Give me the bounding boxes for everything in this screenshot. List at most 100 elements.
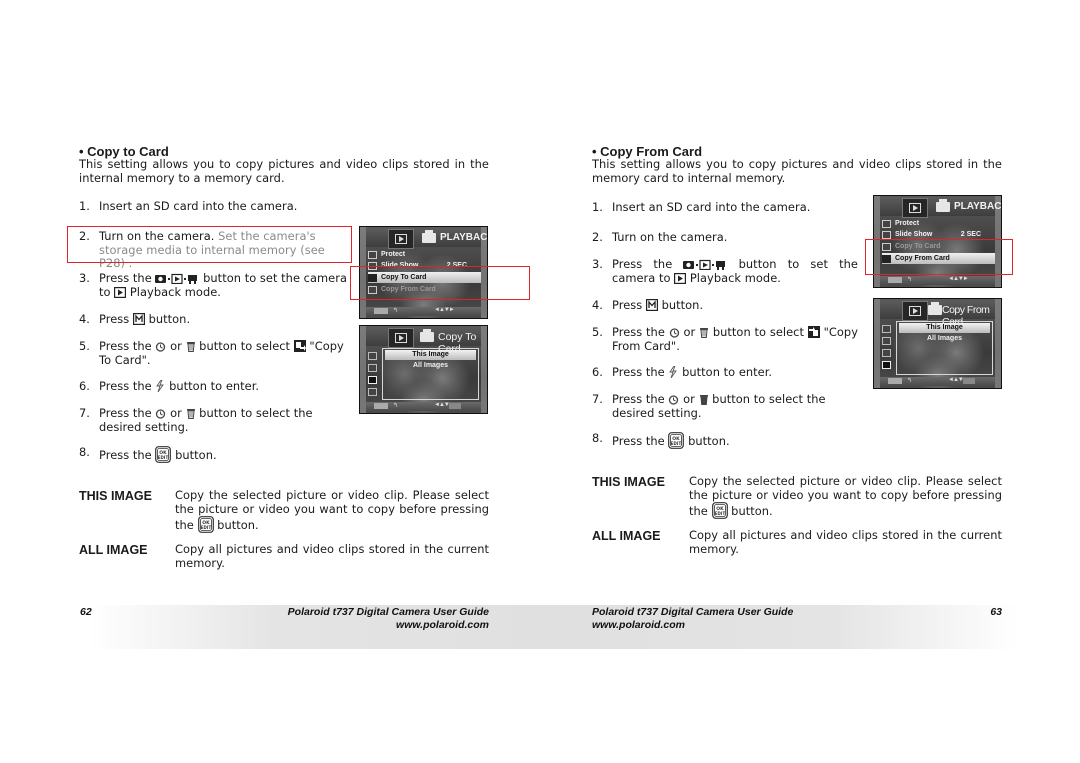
text: button. bbox=[657, 298, 704, 312]
step-4: 4. Press button. bbox=[592, 298, 852, 313]
copy-to-card-icon bbox=[293, 340, 306, 352]
step-7: 7. Press the or button to select the des… bbox=[79, 406, 351, 434]
nav-arrows-icon: ◄▲▼ bbox=[434, 402, 450, 408]
camera-screen-copy-to-card: Copy To Card This Image All Images ↰ ◄▲▼ bbox=[359, 325, 488, 414]
step-text: Press the or button to select the desire… bbox=[99, 406, 351, 434]
step-number: 4. bbox=[592, 298, 603, 312]
menu-button-icon bbox=[374, 403, 388, 409]
playback-tab-icon bbox=[902, 301, 928, 321]
step-number: 3. bbox=[592, 257, 603, 271]
option-this-image: This Image bbox=[899, 323, 990, 333]
step-text: Press the or button to select "Copy To C… bbox=[99, 339, 351, 367]
step-text: Press the button to set the camera to Pl… bbox=[99, 271, 347, 299]
ok-edit-icon: OKEDIT bbox=[711, 502, 728, 520]
text: Press the bbox=[612, 325, 669, 339]
self-timer-icon bbox=[669, 328, 679, 338]
back-arrow-icon: ↰ bbox=[907, 277, 913, 283]
slideshow-icon bbox=[368, 364, 377, 372]
svg-text:EDIT: EDIT bbox=[714, 511, 725, 516]
text: Press the bbox=[612, 392, 669, 406]
highlight-box-copy-to-card bbox=[350, 266, 530, 300]
svg-text:EDIT: EDIT bbox=[158, 455, 169, 460]
text: button. bbox=[213, 518, 259, 533]
playback-icon bbox=[114, 286, 127, 298]
step-number: 7. bbox=[79, 406, 90, 420]
text: button to enter. bbox=[678, 365, 773, 379]
step-3: 3. Press the button to set the camera to… bbox=[592, 257, 858, 285]
definition-desc-this-image: Copy the selected picture or video clip.… bbox=[689, 474, 1002, 520]
text: Press the bbox=[99, 271, 156, 285]
screen-title-bar: Copy From Card bbox=[880, 301, 995, 328]
menu-m-icon bbox=[645, 299, 658, 311]
text: or bbox=[679, 325, 700, 339]
step-text: Press the button to enter. bbox=[612, 365, 773, 380]
printer-icon bbox=[928, 302, 942, 315]
printer-icon bbox=[422, 230, 436, 243]
playback-tab-icon bbox=[388, 328, 414, 348]
copy-from-card-icon bbox=[807, 326, 820, 338]
step-text: Press the button to set the camera to Pl… bbox=[612, 257, 858, 285]
step-text: Turn on the camera. bbox=[612, 230, 728, 244]
step-1: 1. Insert an SD card into the camera. bbox=[592, 200, 862, 215]
copy-to-card-icon bbox=[368, 376, 377, 384]
footer-guide-title-right: Polaroid t737 Digital Camera User Guide bbox=[592, 606, 794, 618]
step-text: Press the or button to select the desire… bbox=[612, 392, 864, 420]
text: Playback mode. bbox=[686, 270, 781, 285]
step-text: Insert an SD card into the camera. bbox=[612, 200, 811, 214]
text: Press bbox=[612, 298, 646, 312]
ok-button-icon bbox=[449, 403, 461, 409]
step-text: Press the button to enter. bbox=[99, 379, 259, 394]
text: Press bbox=[99, 312, 133, 326]
step-5: 5. Press the or button to select "Copy F… bbox=[592, 325, 858, 353]
back-arrow-icon: ↰ bbox=[907, 378, 913, 384]
step-number: 4. bbox=[79, 312, 90, 326]
step-number: 5. bbox=[592, 325, 603, 339]
protect-icon bbox=[368, 352, 377, 360]
menu-button-icon bbox=[374, 308, 388, 314]
step-number: 3. bbox=[79, 271, 90, 285]
option-this-image: This Image bbox=[385, 350, 476, 360]
text: Press the bbox=[612, 257, 684, 271]
text: or bbox=[679, 392, 699, 406]
nav-arrows-icon: ◄▲▼ bbox=[948, 377, 964, 383]
screen-status-bar: ↰ ◄▲▼ bbox=[880, 377, 995, 386]
step-number: 1. bbox=[592, 200, 603, 214]
camera-playback-video-mode-icon bbox=[683, 259, 726, 270]
self-timer-icon bbox=[156, 342, 166, 352]
playback-icon bbox=[674, 272, 687, 284]
protect-icon bbox=[882, 325, 891, 333]
ok-edit-icon: OKEDIT bbox=[155, 446, 172, 463]
text: Playback mode. bbox=[126, 284, 221, 299]
slideshow-icon bbox=[882, 337, 891, 345]
label: Slide Show bbox=[895, 231, 933, 238]
option-all-images: All Images bbox=[412, 362, 448, 369]
step-6: 6. Press the button to enter. bbox=[592, 365, 862, 380]
definition-term-this-image: THIS IMAGE bbox=[592, 475, 665, 489]
copy-from-card-icon bbox=[882, 361, 891, 369]
printer-icon bbox=[420, 329, 434, 342]
text: Press the bbox=[99, 406, 156, 420]
intro-paragraph: This setting allows you to copy pictures… bbox=[79, 157, 489, 185]
copy-to-card-icon bbox=[882, 349, 891, 357]
self-timer-icon bbox=[156, 409, 166, 419]
menu-item-protect: Protect bbox=[368, 249, 481, 260]
flash-icon bbox=[156, 380, 165, 392]
intro-paragraph: This setting allows you to copy pictures… bbox=[592, 157, 1002, 185]
protect-icon bbox=[368, 250, 377, 259]
page-number-right: 63 bbox=[990, 606, 1002, 618]
ok-edit-icon: OKEDIT bbox=[668, 432, 685, 449]
screen-status-bar: ↰ ◄▲▼► bbox=[880, 276, 995, 285]
step-number: 8. bbox=[79, 445, 90, 459]
text: button to select bbox=[709, 325, 808, 339]
step-text: Insert an SD card into the camera. bbox=[99, 199, 298, 213]
text: Press the bbox=[612, 365, 669, 379]
back-arrow-icon: ↰ bbox=[393, 403, 399, 409]
text: button to select bbox=[195, 339, 294, 353]
menu-button-icon bbox=[888, 277, 902, 283]
step-5: 5. Press the or button to select "Copy T… bbox=[79, 339, 351, 367]
options-panel: This Image All Images bbox=[382, 348, 479, 400]
label: Protect bbox=[381, 251, 406, 258]
step-number: 6. bbox=[592, 365, 603, 379]
label: Protect bbox=[895, 220, 920, 227]
text: Press the bbox=[99, 339, 156, 353]
